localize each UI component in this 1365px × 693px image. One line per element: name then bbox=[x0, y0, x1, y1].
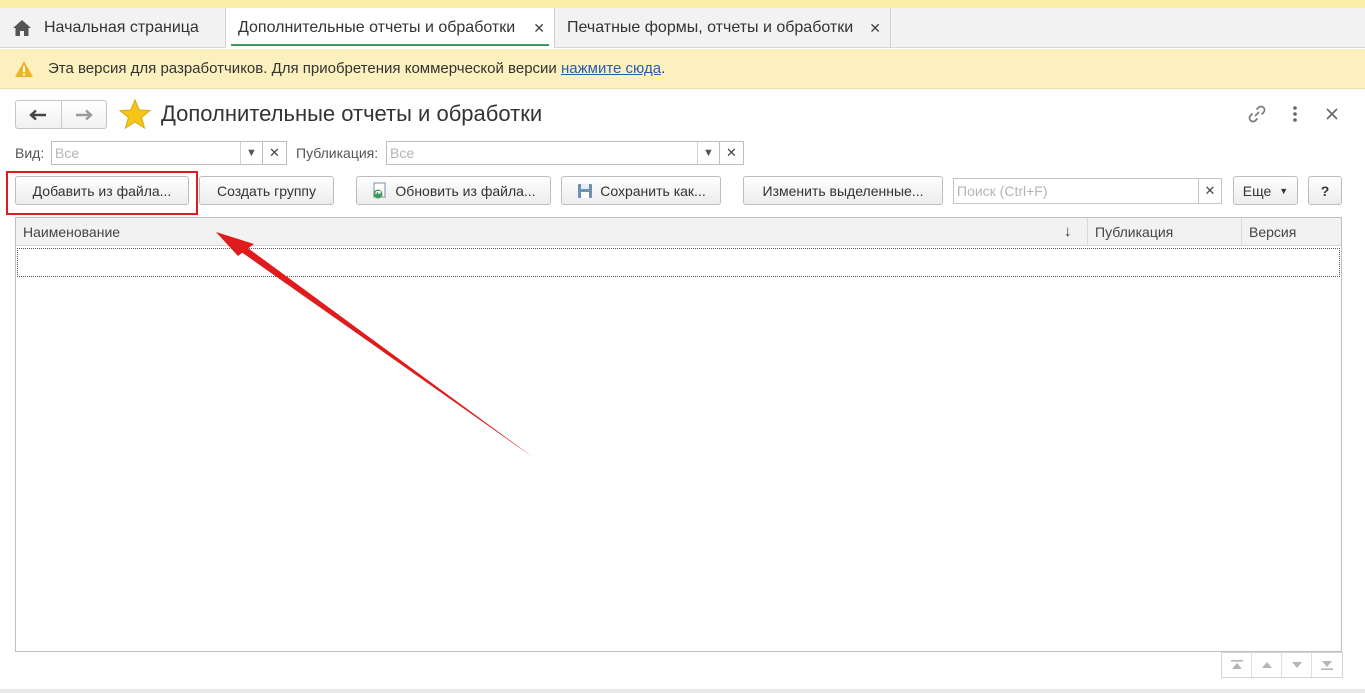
clear-search-icon[interactable]: ✕ bbox=[1198, 179, 1221, 203]
tab-additional-reports[interactable]: Дополнительные отчеты и обработки ✕ bbox=[226, 8, 555, 48]
publication-filter-value: Все bbox=[390, 145, 415, 161]
update-from-file-button[interactable]: Обновить из файла... bbox=[356, 176, 551, 205]
scroll-to-bottom-icon[interactable] bbox=[1312, 653, 1342, 677]
sort-down-icon: ↓ bbox=[1064, 223, 1072, 240]
warning-suffix: . bbox=[661, 60, 666, 77]
clear-icon[interactable]: ✕ bbox=[719, 142, 743, 164]
table-row[interactable] bbox=[17, 248, 1340, 277]
save-as-label: Сохранить как... bbox=[600, 182, 706, 199]
kind-filter-field[interactable]: Все ▼ ✕ bbox=[51, 141, 287, 165]
scroll-up-icon[interactable] bbox=[1252, 653, 1282, 677]
close-form-icon[interactable] bbox=[1321, 103, 1343, 125]
close-icon[interactable]: ✕ bbox=[869, 20, 881, 37]
purchase-link[interactable]: нажмите сюда bbox=[561, 60, 661, 77]
table-header: Наименование ↓ Публикация Версия bbox=[16, 218, 1341, 246]
arrow-left-icon bbox=[29, 109, 47, 120]
more-label: Еще bbox=[1242, 182, 1272, 199]
save-icon bbox=[578, 183, 593, 198]
clear-icon[interactable]: ✕ bbox=[262, 142, 286, 164]
top-strip bbox=[0, 0, 1365, 8]
page-title: Дополнительные отчеты и обработки bbox=[161, 101, 543, 126]
more-vertical-icon[interactable] bbox=[1284, 103, 1306, 125]
dropdown-arrow-icon[interactable]: ▼ bbox=[240, 142, 262, 164]
developer-warning-bar: Эта версия для разработчиков. Для приобр… bbox=[0, 49, 1365, 89]
favorite-star-icon[interactable] bbox=[119, 99, 151, 130]
column-header-name[interactable]: Наименование bbox=[16, 218, 1088, 246]
list-scroll-controls bbox=[1221, 652, 1343, 678]
close-icon[interactable]: ✕ bbox=[533, 20, 545, 37]
update-icon bbox=[373, 182, 386, 198]
link-icon[interactable] bbox=[1246, 103, 1268, 125]
annotation-highlight-box bbox=[6, 171, 198, 215]
arrow-right-icon bbox=[75, 109, 93, 120]
bottom-border bbox=[0, 689, 1365, 693]
create-group-button[interactable]: Создать группу bbox=[199, 176, 334, 205]
reports-table[interactable]: Наименование ↓ Публикация Версия bbox=[15, 217, 1342, 652]
tab-home-label: Начальная страница bbox=[44, 19, 199, 36]
kind-filter-label: Вид: bbox=[15, 145, 45, 161]
change-selected-button[interactable]: Изменить выделенные... bbox=[743, 176, 943, 205]
chevron-down-icon: ▼ bbox=[1279, 185, 1289, 196]
save-as-button[interactable]: Сохранить как... bbox=[561, 176, 721, 205]
home-icon bbox=[13, 20, 31, 36]
scroll-down-icon[interactable] bbox=[1282, 653, 1312, 677]
dropdown-arrow-icon[interactable]: ▼ bbox=[697, 142, 719, 164]
warning-icon bbox=[15, 60, 33, 77]
scroll-to-top-icon[interactable] bbox=[1222, 653, 1252, 677]
tab-print-forms[interactable]: Печатные формы, отчеты и обработки ✕ bbox=[555, 8, 891, 48]
column-header-version[interactable]: Версия bbox=[1242, 218, 1341, 246]
tab-bar: Начальная страница Дополнительные отчеты… bbox=[0, 8, 1365, 48]
publication-filter-label: Публикация: bbox=[296, 145, 379, 161]
kind-filter-value: Все bbox=[55, 145, 80, 161]
column-header-publication[interactable]: Публикация bbox=[1088, 218, 1242, 246]
forward-button[interactable] bbox=[60, 101, 106, 128]
publication-filter-field[interactable]: Все ▼ ✕ bbox=[386, 141, 744, 165]
help-button[interactable]: ? bbox=[1308, 176, 1342, 205]
navigation-buttons bbox=[15, 100, 107, 129]
tab-additional-reports-label: Дополнительные отчеты и обработки bbox=[238, 19, 516, 36]
tab-home[interactable]: Начальная страница bbox=[0, 8, 226, 48]
back-button[interactable] bbox=[16, 101, 61, 128]
more-button[interactable]: Еще ▼ bbox=[1233, 176, 1298, 205]
search-field[interactable]: ✕ bbox=[953, 178, 1222, 204]
tab-print-forms-label: Печатные формы, отчеты и обработки bbox=[567, 19, 854, 36]
warning-text: Эта версия для разработчиков. Для приобр… bbox=[48, 60, 557, 77]
update-from-file-label: Обновить из файла... bbox=[395, 182, 536, 199]
search-input[interactable] bbox=[954, 179, 1198, 203]
